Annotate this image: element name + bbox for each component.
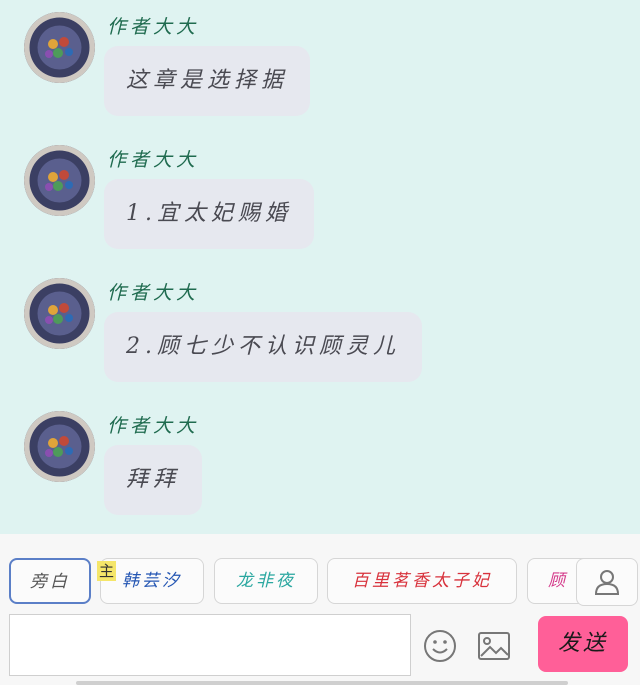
person-icon	[594, 570, 620, 595]
horizontal-scrollbar[interactable]	[76, 681, 568, 685]
role-button-long-feiye[interactable]: 龙非夜	[214, 558, 318, 604]
message-bubble: 拜拜	[104, 445, 203, 515]
role-label: 韩芸汐	[122, 571, 182, 591]
image-button[interactable]	[476, 628, 512, 664]
chat-area: 作者大大 这章是选择据 作者大大 1.宜太妃赐婚 作者大大 2.顾七少不认识顾灵…	[0, 0, 640, 534]
avatar-image	[24, 12, 95, 83]
main-role-badge: 主	[97, 561, 117, 581]
role-label: 百里茗香太子妃	[352, 571, 492, 591]
avatar[interactable]	[24, 12, 95, 83]
sender-name: 作者大大	[107, 16, 200, 38]
avatar[interactable]	[24, 278, 95, 349]
input-panel: 旁白 韩芸汐 龙非夜 百里茗香太子妃 顾 主 发送	[0, 534, 640, 685]
avatar[interactable]	[24, 145, 95, 216]
message-bubble: 2.顾七少不认识顾灵儿	[104, 312, 422, 382]
role-button-narrator[interactable]: 旁白	[9, 558, 91, 604]
role-button-baili-mingxiang[interactable]: 百里茗香太子妃	[327, 558, 517, 604]
sender-name: 作者大大	[107, 149, 200, 171]
avatar-image	[24, 278, 95, 349]
message-input[interactable]	[9, 614, 411, 676]
role-label: 顾	[548, 571, 568, 591]
chat-message: 作者大大 这章是选择据	[0, 0, 640, 128]
message-bubble: 1.宜太妃赐婚	[104, 179, 314, 249]
avatar-image	[24, 411, 95, 482]
avatar-image	[24, 145, 95, 216]
chat-message: 作者大大 拜拜	[0, 399, 640, 527]
sender-name: 作者大大	[107, 415, 200, 437]
message-bubble: 这章是选择据	[104, 46, 311, 116]
sender-name: 作者大大	[107, 282, 200, 304]
smiley-icon	[424, 630, 456, 662]
role-label: 龙非夜	[236, 571, 296, 591]
image-icon	[478, 632, 510, 660]
contact-button[interactable]	[576, 558, 638, 606]
role-label: 旁白	[30, 572, 70, 592]
chat-message: 作者大大 1.宜太妃赐婚	[0, 133, 640, 261]
send-button[interactable]: 发送	[538, 616, 628, 672]
avatar[interactable]	[24, 411, 95, 482]
role-selector: 旁白 韩芸汐 龙非夜 百里茗香太子妃 顾	[0, 558, 640, 608]
chat-message: 作者大大 2.顾七少不认识顾灵儿	[0, 266, 640, 394]
emoji-button[interactable]	[422, 628, 458, 664]
